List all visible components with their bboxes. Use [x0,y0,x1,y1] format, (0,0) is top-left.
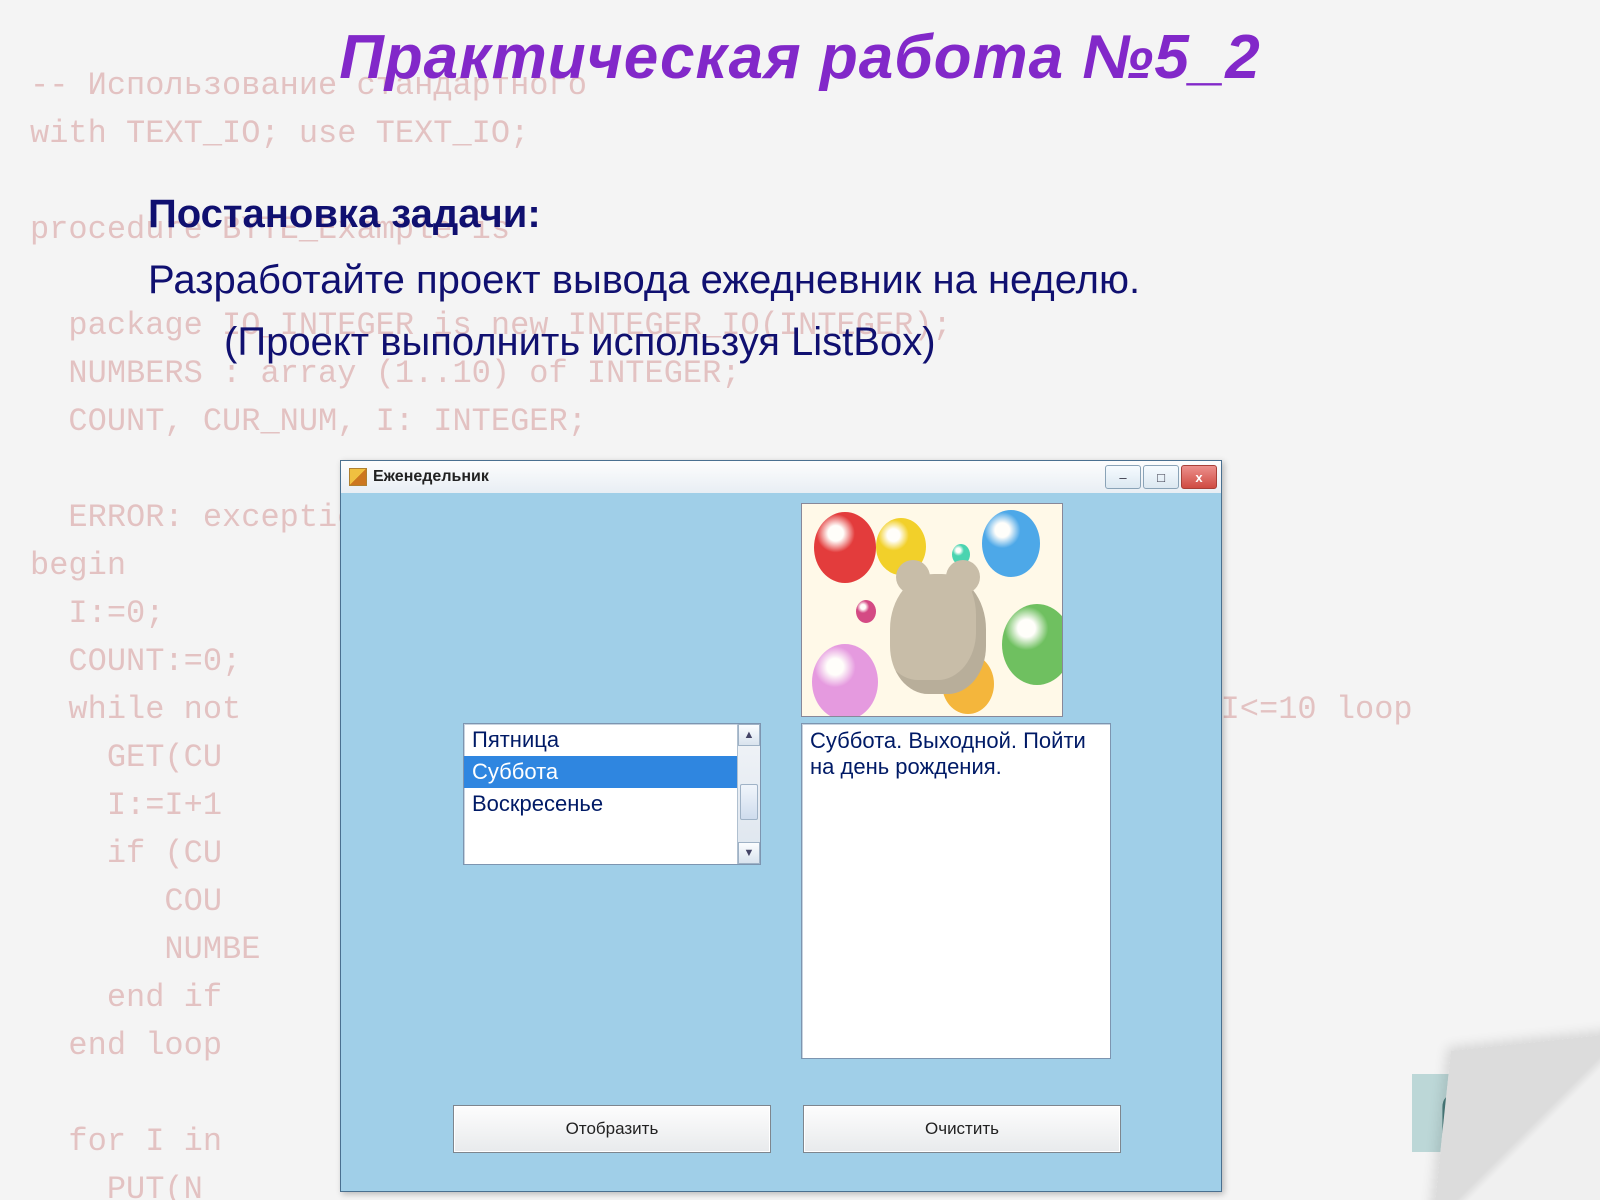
balloon-icon [982,510,1040,577]
close-button[interactable]: x [1181,465,1217,489]
app-window: Еженедельник – □ x ПятницаСубботаВоскрес… [340,460,1222,1192]
window-title: Еженедельник [373,468,489,486]
scrollbar-track[interactable]: ▲ ▼ [737,724,760,864]
balloon-icon [812,644,878,717]
list-item[interactable]: Суббота [464,756,738,788]
list-item[interactable]: Воскресенье [464,788,738,820]
memo-output[interactable]: Суббота. Выходной. Пойти на день рождени… [801,723,1111,1059]
balloon-icon [856,600,876,623]
show-button[interactable]: Отобразить [453,1105,771,1153]
task-heading: Постановка задачи: [148,192,541,237]
balloon-icon [814,512,876,583]
teddy-bear-icon [890,574,986,694]
minimize-button[interactable]: – [1105,465,1141,489]
list-item[interactable]: Пятница [464,724,738,756]
maximize-button[interactable]: □ [1143,465,1179,489]
slide-title: Практическая работа №5_2 [0,22,1600,93]
balloon-icon [1002,604,1063,685]
scroll-up-button[interactable]: ▲ [738,724,760,746]
task-line-1: Разработайте проект вывода ежедневник на… [148,258,1140,303]
days-listbox[interactable]: ПятницаСубботаВоскресенье ▲ ▼ [463,723,761,865]
page-corner-fold [1380,980,1600,1200]
scroll-thumb[interactable] [740,784,758,820]
image-panel [801,503,1063,717]
app-icon [349,468,367,486]
scroll-down-button[interactable]: ▼ [738,842,760,864]
titlebar[interactable]: Еженедельник – □ x [341,461,1221,494]
clear-button[interactable]: Очистить [803,1105,1121,1153]
task-line-2: (Проект выполнить используя ListBox) [224,320,936,365]
